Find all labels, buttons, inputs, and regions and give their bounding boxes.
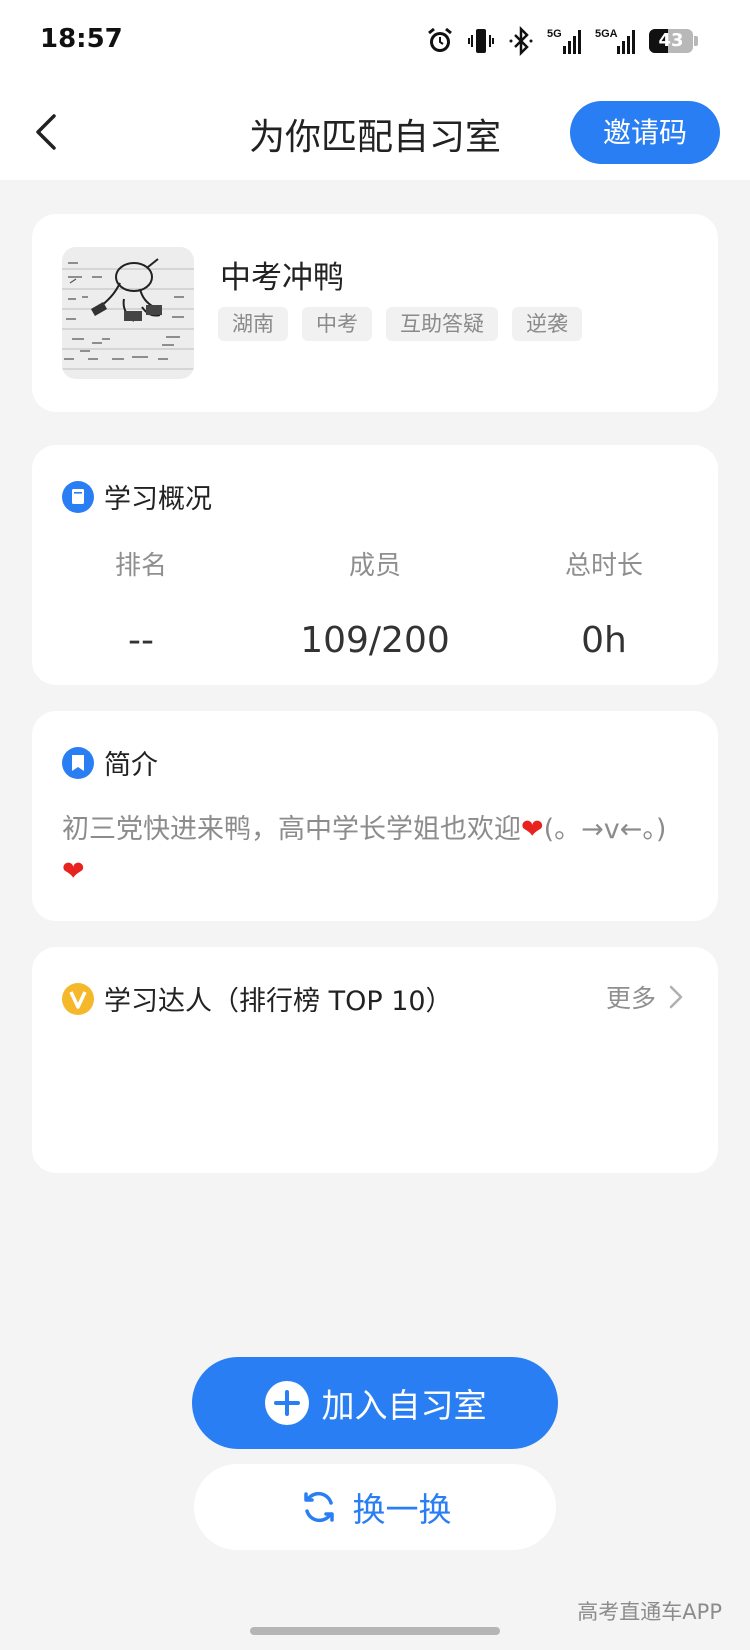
heart-icon: ❤ [62,856,85,887]
battery-level: 43 [658,30,684,51]
study-overview-card: 学习概况 排名 -- 成员 109/200 总时长 0h [32,445,718,685]
status-icons: 5G 5GA 43 [425,24,698,58]
v-badge-icon [62,982,94,1015]
study-overview-title: 学习概况 [104,484,212,515]
nav-bar: 为你匹配自习室 邀请码 [0,80,750,180]
room-tags: 湖南 中考 互助答疑 逆袭 [218,307,582,341]
room-tag: 中考 [302,307,372,341]
status-time: 18:57 [40,24,123,54]
top-learners-title: 学习达人（排行榜 TOP 10） [104,986,453,1017]
bookmark-icon [62,746,94,779]
room-tag: 逆袭 [512,307,582,341]
intro-text-emoticon: (。→v←。) [543,814,667,845]
alarm-icon [425,26,455,56]
switch-room-button[interactable]: 换一换 [194,1464,556,1550]
intro-header: 简介 [62,743,158,782]
vibrate-icon [467,26,495,56]
plus-circle-icon [264,1381,309,1425]
invite-code-button[interactable]: 邀请码 [570,101,720,164]
stat-total-time: 总时长 0h [504,545,704,661]
room-name: 中考冲鸭 [220,260,344,296]
room-card[interactable]: 中考冲鸭 湖南 中考 互助答疑 逆袭 [32,214,718,412]
stat-members: 成员 109/200 [275,545,475,661]
intro-title: 简介 [104,750,158,781]
signal-5ga-icon: 5GA [595,26,637,56]
book-icon [62,480,94,513]
top-learners-card: 学习达人（排行榜 TOP 10） 更多 [32,947,718,1173]
refresh-icon [303,1491,334,1523]
stat-rank: 排名 -- [41,545,241,661]
intro-text: 初三党快进来鸭，高中学长学姐也欢迎❤(。→v←。)❤ [62,809,678,893]
room-tag: 湖南 [218,307,288,341]
more-link[interactable]: 更多 [606,979,684,1015]
battery-body: 43 [649,29,693,53]
stat-label: 成员 [348,551,401,581]
study-overview-header: 学习概况 [62,477,212,516]
home-indicator[interactable] [250,1627,500,1635]
switch-label: 换一换 [352,1490,452,1529]
signal-5ga-label: 5GA [595,28,618,40]
battery-tip [694,36,698,46]
heart-icon: ❤ [521,814,544,845]
stat-label: 总时长 [564,551,643,581]
stat-value: -- [128,620,154,661]
stat-value: 0h [581,620,627,661]
intro-text-main: 初三党快进来鸭，高中学长学姐也欢迎 [62,814,521,845]
room-avatar [62,247,194,379]
room-tag: 互助答疑 [386,307,498,341]
watermark: 高考直通车APP [577,1600,722,1624]
join-label: 加入自习室 [321,1386,487,1425]
chevron-right-icon [669,985,683,1009]
stat-value: 109/200 [300,620,450,661]
signal-5g-label: 5G [547,28,562,40]
more-label: 更多 [605,984,656,1013]
stat-label: 排名 [114,551,167,581]
status-bar: 18:57 5G 5GA 43 [0,0,750,80]
battery-icon: 43 [649,29,698,53]
intro-card: 简介 初三党快进来鸭，高中学长学姐也欢迎❤(。→v←。)❤ [32,711,718,921]
top-learners-header: 学习达人（排行榜 TOP 10） [62,979,453,1018]
signal-5g-icon: 5G [547,26,583,56]
bluetooth-icon [507,26,535,56]
join-study-room-button[interactable]: 加入自习室 [192,1357,558,1449]
